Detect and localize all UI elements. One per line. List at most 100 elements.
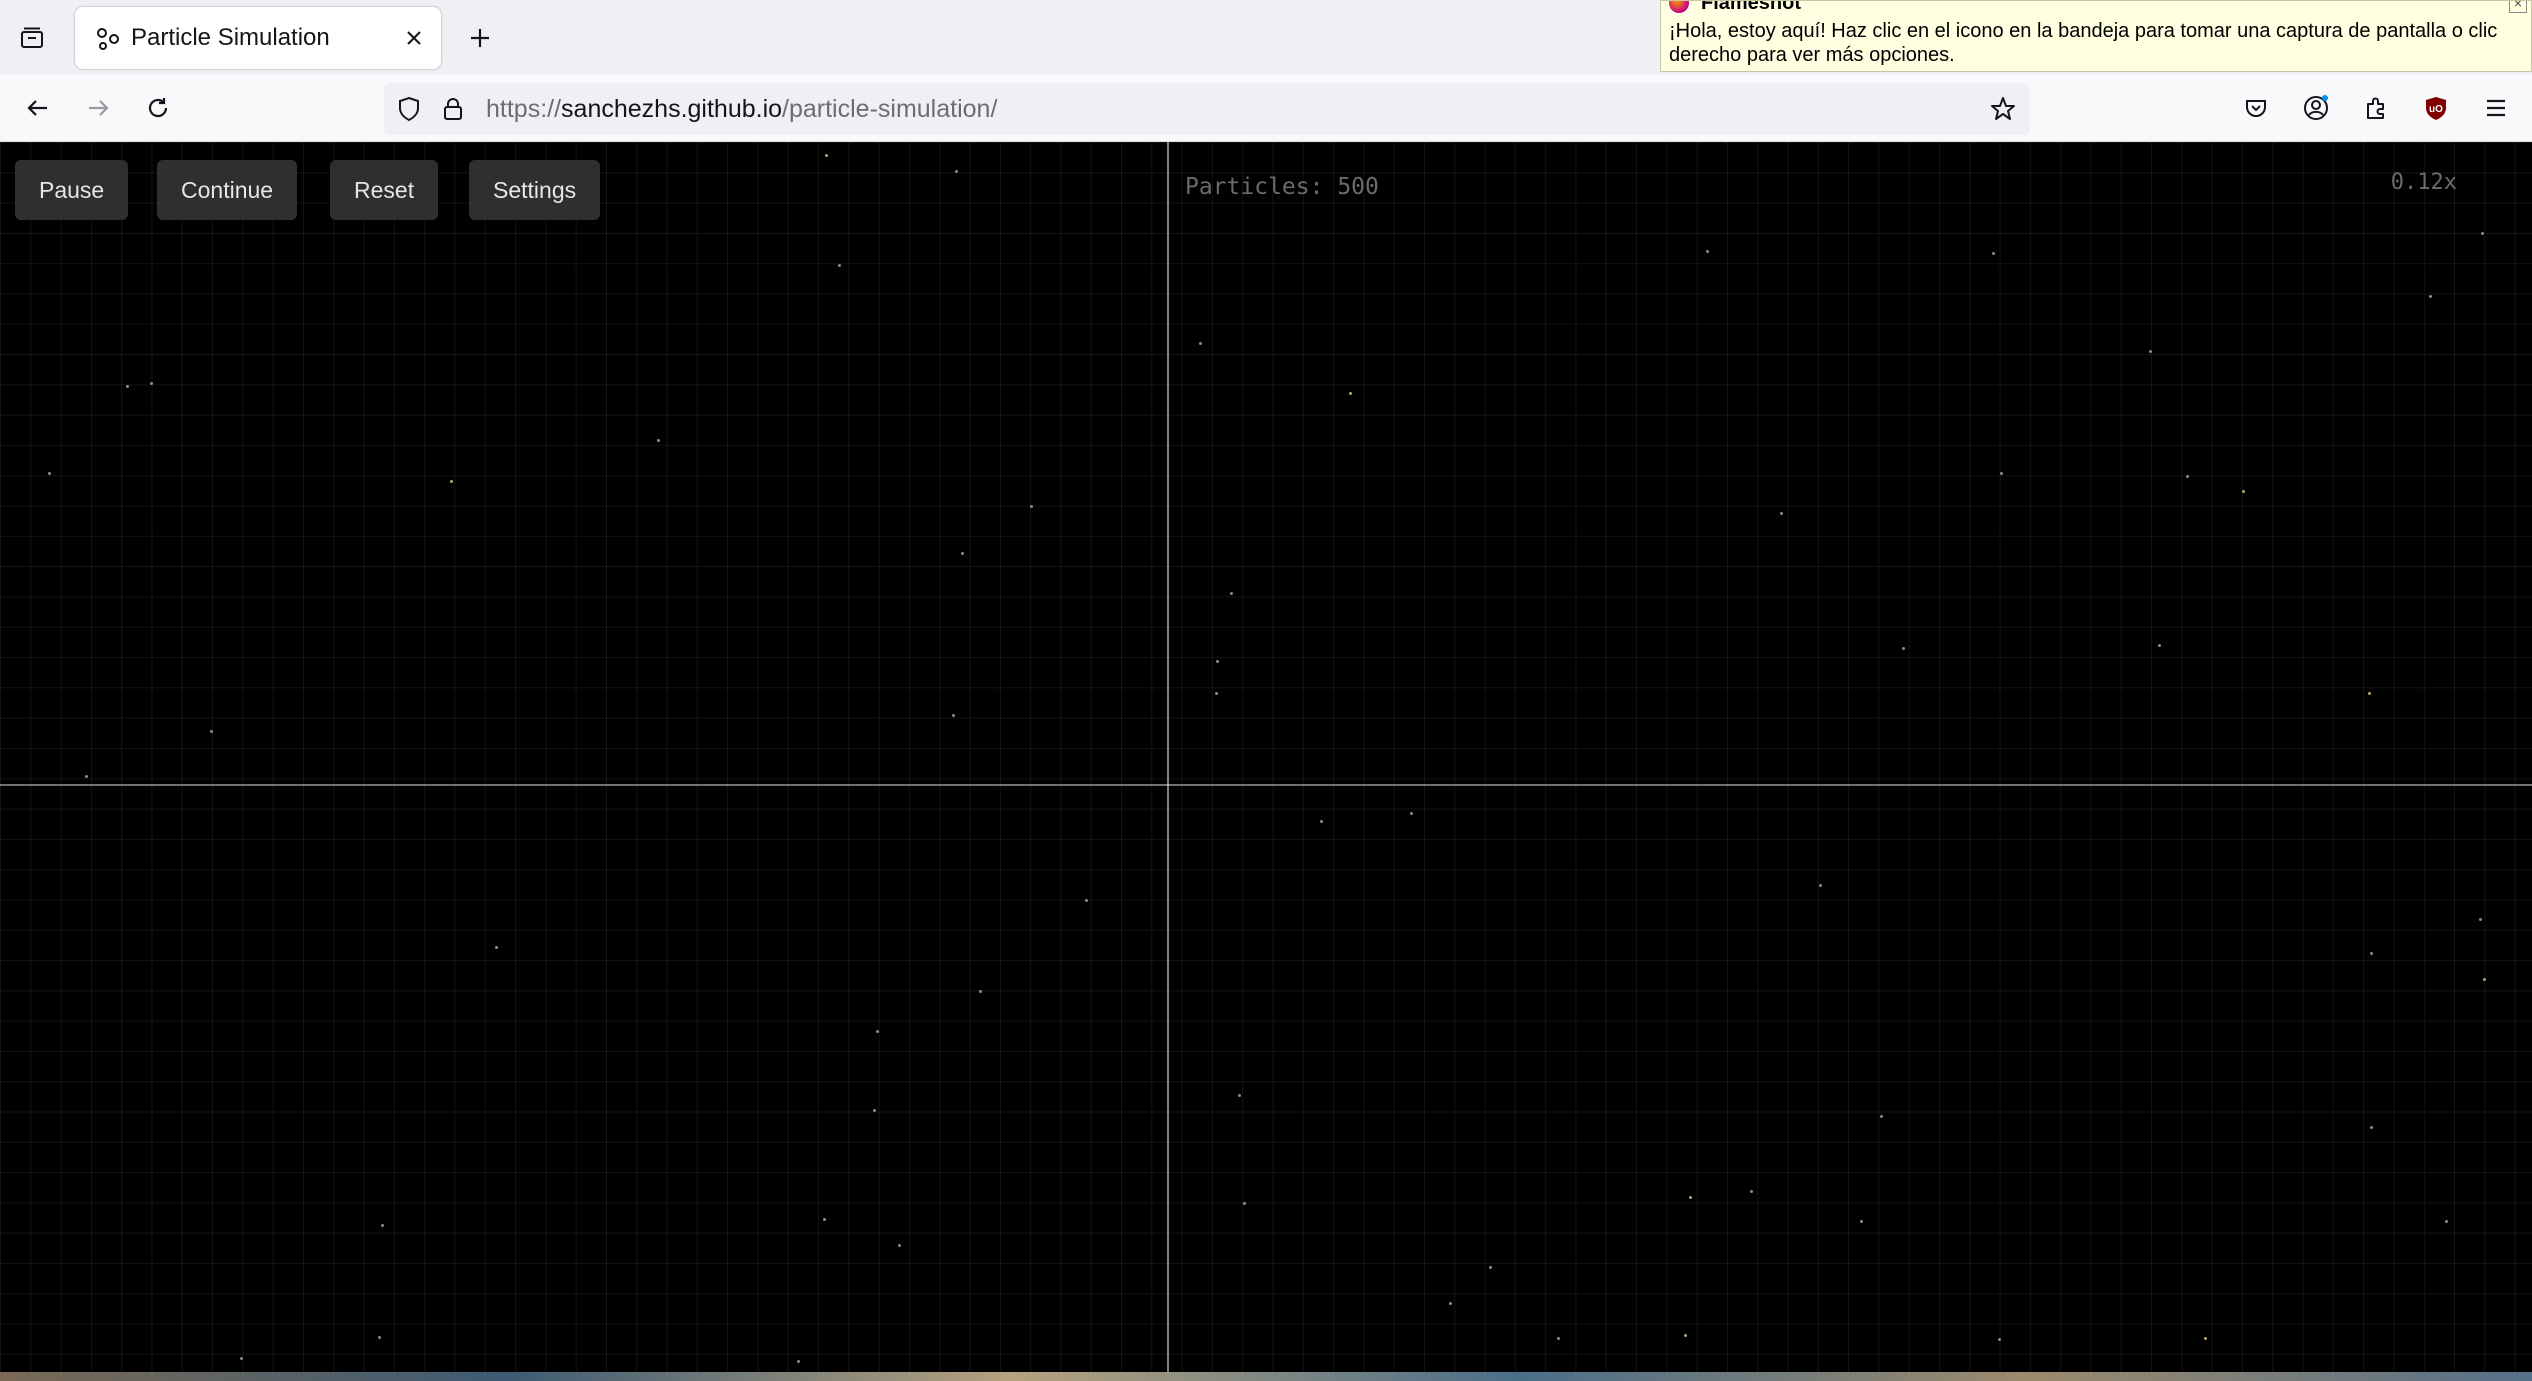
notification-close-button[interactable]: × xyxy=(2509,0,2527,13)
lock-icon[interactable] xyxy=(440,96,466,122)
particle xyxy=(1215,692,1218,695)
particle xyxy=(2204,1337,2207,1340)
url-scheme: https:// xyxy=(486,95,562,123)
flameshot-icon xyxy=(1669,1,1689,13)
extensions-button[interactable] xyxy=(2354,86,2398,130)
url-text[interactable]: https://sanchezhs.github.io/particle-sim… xyxy=(486,83,997,135)
account-button[interactable] xyxy=(2294,86,2338,130)
flameshot-notification[interactable]: Flameshot × ¡Hola, estoy aquí! Haz clic … xyxy=(1660,0,2532,72)
particle xyxy=(1706,250,1709,253)
particle xyxy=(979,990,982,993)
particle xyxy=(1320,820,1323,823)
particle xyxy=(1030,505,1033,508)
particle xyxy=(797,1360,800,1363)
account-icon xyxy=(2304,95,2328,120)
particle xyxy=(210,730,213,733)
new-tab-button[interactable] xyxy=(458,16,502,60)
url-path: /particle-simulation/ xyxy=(782,95,998,123)
reload-button[interactable] xyxy=(136,86,180,130)
particle xyxy=(955,170,958,173)
particle xyxy=(126,385,129,388)
particle xyxy=(1780,512,1783,515)
ublock-origin-icon: uO xyxy=(2426,97,2446,120)
particle xyxy=(1410,812,1413,815)
particle xyxy=(876,1030,879,1033)
back-arrow-icon xyxy=(27,100,47,116)
simulation-canvas[interactable]: Pause Continue Reset Settings Particles:… xyxy=(0,142,2532,1372)
navigation-bar: https://sanchezhs.github.io/particle-sim… xyxy=(0,75,2532,142)
particle xyxy=(1489,1266,1492,1269)
particle xyxy=(838,264,841,267)
particle xyxy=(1880,1115,1883,1118)
particle xyxy=(1684,1334,1687,1337)
particle xyxy=(1902,647,1905,650)
particle xyxy=(1860,1220,1863,1223)
hamburger-menu-icon xyxy=(2487,99,2505,117)
particle xyxy=(2000,472,2003,475)
particle xyxy=(825,154,828,157)
reset-button[interactable]: Reset xyxy=(330,160,439,220)
particle xyxy=(1216,660,1219,663)
particle xyxy=(873,1109,876,1112)
particle xyxy=(150,382,153,385)
particle xyxy=(495,946,498,949)
particle xyxy=(2149,350,2152,353)
particle xyxy=(381,1224,384,1227)
bookmark-star-icon[interactable] xyxy=(1990,96,2016,122)
tab-particle-simulation[interactable]: Particle Simulation xyxy=(75,7,441,69)
horizontal-axis xyxy=(0,784,2532,786)
url-domain: sanchezhs.github.io xyxy=(561,95,783,123)
notification-message: ¡Hola, estoy aquí! Haz clic en el icono … xyxy=(1669,20,2498,66)
vertical-axis xyxy=(1167,142,1169,1372)
ublock-button[interactable]: uO xyxy=(2414,86,2458,130)
particle xyxy=(240,1357,243,1360)
particle xyxy=(2483,978,2486,981)
tab-close-button[interactable] xyxy=(399,23,429,53)
pocket-button[interactable] xyxy=(2234,86,2278,130)
notification-title: Flameshot xyxy=(1701,0,1802,14)
forward-button[interactable] xyxy=(76,86,120,130)
particle xyxy=(48,472,51,475)
close-icon: × xyxy=(2513,0,2523,11)
particle xyxy=(1819,884,1822,887)
particle xyxy=(2370,952,2373,955)
plus-icon xyxy=(471,29,489,47)
particle xyxy=(1557,1337,1560,1340)
particle xyxy=(952,714,955,717)
settings-button[interactable]: Settings xyxy=(469,160,601,220)
particle xyxy=(1085,899,1088,902)
particle xyxy=(961,552,964,555)
shield-icon[interactable] xyxy=(396,96,422,122)
particle xyxy=(1238,1094,1241,1097)
particle xyxy=(1689,1196,1692,1199)
particle xyxy=(2186,475,2189,478)
particle xyxy=(1349,392,1352,395)
particle xyxy=(2368,692,2371,695)
particle xyxy=(2445,1220,2448,1223)
particle xyxy=(1243,1202,1246,1205)
particle xyxy=(1992,252,1995,255)
particle xyxy=(898,1244,901,1247)
particle xyxy=(823,1218,826,1221)
pocket-icon xyxy=(2246,100,2266,117)
continue-button[interactable]: Continue xyxy=(157,160,298,220)
particle xyxy=(2158,644,2161,647)
close-icon xyxy=(407,31,421,45)
reload-icon xyxy=(148,98,168,118)
forward-arrow-icon xyxy=(89,100,109,116)
particle xyxy=(1230,592,1233,595)
tab-title: Particle Simulation xyxy=(131,24,330,51)
particle-count: Particles: 500 xyxy=(1185,174,1379,200)
back-button[interactable] xyxy=(16,86,60,130)
particle xyxy=(2429,295,2432,298)
particle xyxy=(2481,232,2484,235)
particle xyxy=(1199,342,1202,345)
menu-button[interactable] xyxy=(2474,86,2518,130)
particle xyxy=(2242,490,2245,493)
particle xyxy=(450,480,453,483)
pause-button[interactable]: Pause xyxy=(15,160,129,220)
tab-list-button[interactable] xyxy=(10,16,54,60)
particle xyxy=(2370,1126,2373,1129)
url-bar[interactable]: https://sanchezhs.github.io/particle-sim… xyxy=(384,83,2030,135)
zoom-level: 0.12x xyxy=(2390,170,2457,195)
